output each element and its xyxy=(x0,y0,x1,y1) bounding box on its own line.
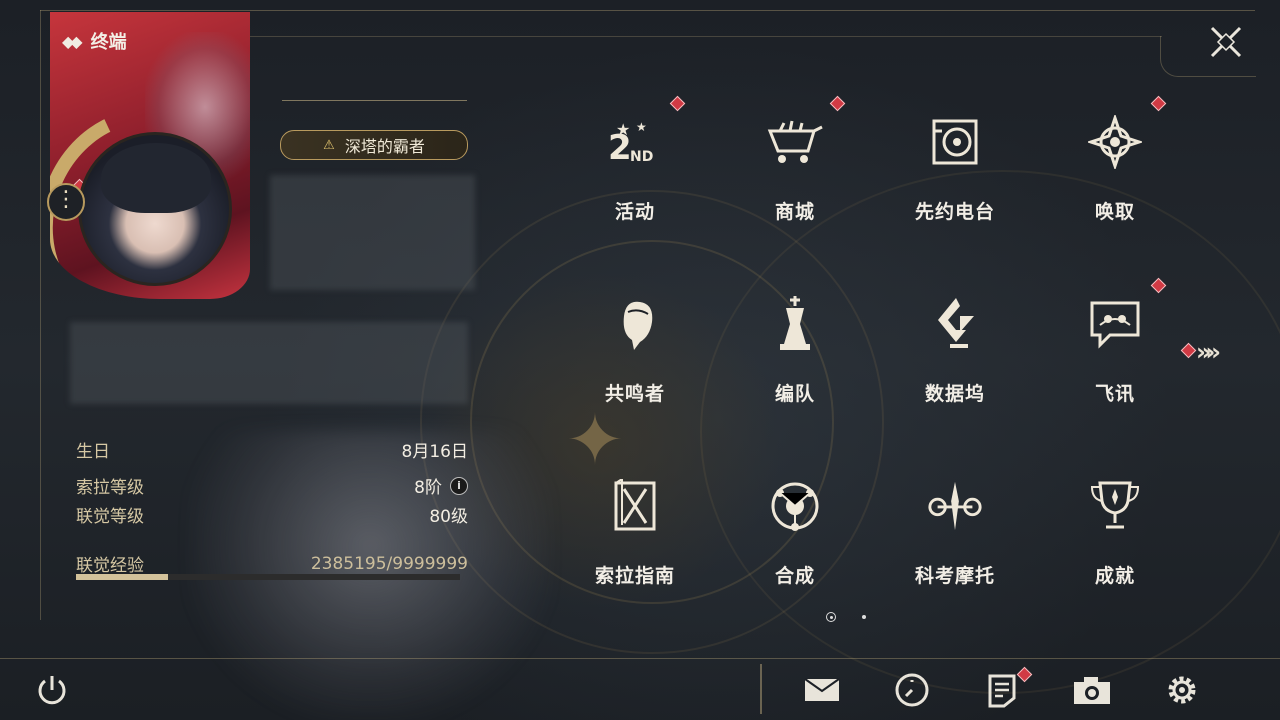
camera-button[interactable] xyxy=(1072,670,1112,710)
mail-icon xyxy=(804,678,840,701)
menu-item-radio[interactable]: 先约电台 xyxy=(905,95,1005,235)
menu-item-resonator[interactable]: 共鸣者 xyxy=(585,277,685,417)
menu-item-label: 共鸣者 xyxy=(604,383,665,405)
resonator-icon xyxy=(606,295,664,353)
menu-item-label: 索拉指南 xyxy=(594,565,675,587)
radio-pass-icon xyxy=(926,113,984,171)
data-bank-icon xyxy=(926,295,984,353)
birthday-label: 生日 xyxy=(76,442,110,462)
gear-icon xyxy=(1168,676,1196,704)
page-indicator xyxy=(826,612,866,622)
blurred-name xyxy=(270,175,475,290)
close-button[interactable] xyxy=(1206,22,1246,62)
team-chess-icon xyxy=(766,295,824,353)
title-badge[interactable]: ⚠ 深塔的霸者 xyxy=(280,130,468,160)
page-title: 终端 xyxy=(90,32,127,53)
motorbike-icon xyxy=(926,477,984,535)
warning-triangle-icon: ⚠ xyxy=(323,137,335,153)
page-dot[interactable] xyxy=(862,615,866,619)
next-page-arrow-icon[interactable]: »» xyxy=(1196,338,1221,366)
notice-button[interactable] xyxy=(982,670,1022,710)
svg-text:ND: ND xyxy=(630,149,653,165)
union-exp-label: 联觉经验 xyxy=(76,556,144,576)
info-icon[interactable]: i xyxy=(450,476,468,495)
bottom-divider xyxy=(760,664,762,714)
menu-item-label: 活动 xyxy=(614,201,655,223)
notice-icon xyxy=(988,674,1016,708)
menu-item-guidebook[interactable]: 索拉指南 xyxy=(585,459,685,599)
menu-item-label: 成就 xyxy=(1094,565,1135,587)
menu-item-shop[interactable]: 商城 xyxy=(745,95,845,235)
menu-item-achievement[interactable]: 成就 xyxy=(1065,459,1165,599)
frame-line xyxy=(40,10,1255,11)
union-exp-bar xyxy=(76,574,460,580)
menu-item-convene[interactable]: 唤取 xyxy=(1065,95,1165,235)
menu-item-label: 唤取 xyxy=(1094,201,1135,223)
mail-button[interactable] xyxy=(802,670,842,710)
event-2nd-anniversary-icon: 2 ND ★ ★ xyxy=(606,113,664,171)
menu-item-label: 编队 xyxy=(774,383,815,405)
clock-button[interactable] xyxy=(892,670,932,710)
avatar-hair xyxy=(101,143,211,213)
birthday-value: 8月16日 xyxy=(401,442,468,462)
menu-item-label: 商城 xyxy=(774,201,815,223)
frame-line xyxy=(40,10,41,620)
sola-level-value: 8阶 xyxy=(414,478,442,498)
menu-item-label: 合成 xyxy=(774,565,815,587)
sola-level-label: 索拉等级 xyxy=(76,478,144,498)
guidebook-icon xyxy=(606,477,664,535)
menu-item-label: 先约电台 xyxy=(914,201,995,223)
bottom-bar-line xyxy=(0,658,1280,659)
menu-item-label: 科考摩托 xyxy=(914,565,995,587)
power-icon xyxy=(38,676,66,705)
union-level-value: 80级 xyxy=(429,507,468,527)
menu-item-databank[interactable]: 数据坞 xyxy=(905,277,1005,417)
convene-icon xyxy=(1086,113,1144,171)
power-button[interactable] xyxy=(32,670,72,710)
union-level-label: 联觉等级 xyxy=(76,507,144,527)
menu-item-event[interactable]: 2 ND ★ ★ 活动 xyxy=(585,95,685,235)
menu-item-synthesis[interactable]: 合成 xyxy=(745,459,845,599)
chat-icon xyxy=(1086,295,1144,353)
profile-more-button[interactable]: ⋮ xyxy=(47,183,85,221)
union-exp-row: 联觉经验 2385195/9999999 xyxy=(76,551,468,577)
shop-cart-icon xyxy=(766,113,824,171)
menu-item-label: 数据坞 xyxy=(924,383,985,405)
birthday-row: 生日 8月16日 xyxy=(76,437,468,462)
title-divider xyxy=(282,100,467,101)
blurred-signature xyxy=(70,322,468,404)
close-icon xyxy=(1210,26,1242,58)
sola-level-row: 索拉等级 8阶 i xyxy=(76,473,468,498)
svg-text:★: ★ xyxy=(636,120,647,134)
frame-line xyxy=(250,36,1162,37)
title-badge-label: 深塔的霸者 xyxy=(344,137,425,156)
achievement-trophy-icon xyxy=(1086,477,1144,535)
background-ring xyxy=(700,170,1280,694)
terminal-header: ◆◆ 终端 xyxy=(62,28,127,54)
terminal-logo-icon: ◆◆ xyxy=(62,31,83,51)
menu-item-team[interactable]: 编队 xyxy=(745,277,845,417)
page-dot-active[interactable] xyxy=(826,612,836,622)
svg-text:★: ★ xyxy=(616,120,630,139)
synthesis-icon xyxy=(766,477,824,535)
union-exp-fill xyxy=(76,574,168,580)
settings-button[interactable] xyxy=(1162,670,1202,710)
menu-item-motorbike[interactable]: 科考摩托 xyxy=(905,459,1005,599)
camera-icon xyxy=(1074,677,1110,704)
menu-item-chat[interactable]: 飞讯 xyxy=(1065,277,1165,417)
menu-item-label: 飞讯 xyxy=(1094,383,1135,405)
clock-icon xyxy=(895,673,929,707)
union-exp-value: 2385195/9999999 xyxy=(310,553,468,574)
avatar[interactable] xyxy=(78,132,232,286)
union-level-row: 联觉等级 80级 xyxy=(76,502,468,527)
